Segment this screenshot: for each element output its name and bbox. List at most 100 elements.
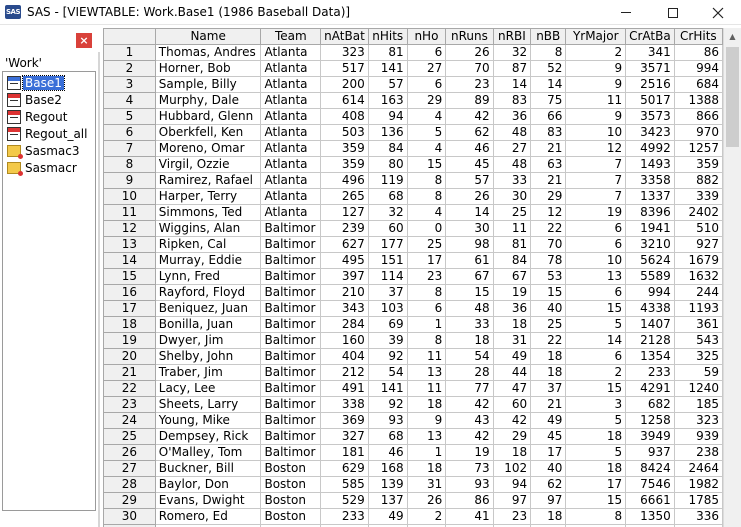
data-cell[interactable]: 17 (406, 252, 447, 269)
row-number-cell[interactable]: 22 (103, 380, 156, 397)
data-cell[interactable]: 359 (320, 140, 369, 157)
data-cell[interactable]: 114 (367, 268, 408, 285)
row-number-cell[interactable]: 15 (103, 268, 156, 285)
data-cell[interactable]: 45 (530, 428, 567, 445)
data-cell[interactable]: Evans, Dwight (154, 492, 262, 509)
data-cell[interactable]: 93 (445, 476, 494, 493)
data-cell[interactable]: 7 (565, 188, 627, 205)
data-cell[interactable]: 503 (320, 124, 369, 141)
row-number-cell[interactable]: 29 (103, 492, 156, 509)
column-header-nhits[interactable]: nHits (367, 28, 408, 45)
row-number-cell[interactable]: 30 (103, 508, 156, 525)
data-cell[interactable]: 15 (565, 492, 627, 509)
data-cell[interactable]: 529 (320, 492, 369, 509)
data-cell[interactable]: Baltimor (260, 252, 322, 269)
table-row[interactable]: 20 Shelby, John Baltimor 404 92 11 54 49 18 6 1354… (103, 348, 723, 365)
data-cell[interactable]: 19 (445, 444, 494, 461)
data-cell[interactable]: 23 (492, 508, 532, 525)
data-cell[interactable]: Boston (260, 460, 322, 477)
data-cell[interactable]: 39 (367, 332, 408, 349)
scroll-up-arrow-icon[interactable]: ▲ (724, 28, 741, 45)
data-cell[interactable]: 12 (530, 204, 567, 221)
data-cell[interactable]: Baltimor (260, 236, 322, 253)
data-cell[interactable]: Traber, Jim (154, 364, 262, 381)
data-cell[interactable]: 68 (367, 188, 408, 205)
data-cell[interactable]: 3949 (625, 428, 675, 445)
data-cell[interactable]: 70 (445, 60, 494, 77)
data-cell[interactable]: 627 (320, 236, 369, 253)
data-cell[interactable]: 46 (445, 140, 494, 157)
data-cell[interactable]: 33 (445, 316, 494, 333)
data-cell[interactable]: 42 (445, 108, 494, 125)
data-cell[interactable]: 103 (367, 300, 408, 317)
data-cell[interactable]: 139 (367, 476, 408, 493)
table-row[interactable]: 24 Young, Mike Baltimor 369 93 9 43 42 49 5 1258 32… (103, 412, 723, 429)
row-number-cell[interactable]: 9 (103, 172, 156, 189)
data-cell[interactable]: 83 (530, 124, 567, 141)
data-cell[interactable]: Baltimor (260, 412, 322, 429)
data-cell[interactable]: 1193 (673, 300, 723, 317)
data-cell[interactable]: 4992 (625, 140, 675, 157)
data-cell[interactable]: 1240 (673, 380, 723, 397)
table-row[interactable]: 8 Virgil, Ozzie Atlanta 359 80 15 45 48 63 7 1493 3… (103, 156, 723, 173)
data-cell[interactable]: 54 (367, 364, 408, 381)
data-cell[interactable]: 18 (530, 364, 567, 381)
data-cell[interactable]: Thomas, Andres (154, 44, 262, 61)
data-cell[interactable]: 397 (320, 268, 369, 285)
data-cell[interactable]: 92 (367, 396, 408, 413)
table-row[interactable]: 28 Baylor, Don Boston 585 139 31 93 94 62 17 7546 1… (103, 476, 723, 493)
data-cell[interactable]: 23 (406, 268, 447, 285)
data-cell[interactable]: 18 (565, 460, 627, 477)
data-cell[interactable]: 8 (406, 172, 447, 189)
data-cell[interactable]: 517 (320, 60, 369, 77)
row-number-cell[interactable]: 25 (103, 428, 156, 445)
tree-item-regout-all[interactable]: Regout_all (7, 125, 89, 142)
data-cell[interactable]: 6 (565, 348, 627, 365)
data-cell[interactable]: 33 (492, 172, 532, 189)
data-cell[interactable]: Murphy, Dale (154, 92, 262, 109)
row-number-cell[interactable]: 16 (103, 284, 156, 301)
table-row[interactable]: 19 Dwyer, Jim Baltimor 160 39 8 18 31 22 14 2128 54… (103, 332, 723, 349)
data-cell[interactable]: Atlanta (260, 124, 322, 141)
data-cell[interactable]: 11 (492, 220, 532, 237)
data-cell[interactable]: 8 (406, 284, 447, 301)
data-cell[interactable]: 32 (367, 204, 408, 221)
table-row[interactable]: 25 Dempsey, Rick Baltimor 327 68 13 42 29 45 18 39… (103, 428, 723, 445)
data-cell[interactable]: 1941 (625, 220, 675, 237)
data-cell[interactable]: 1407 (625, 316, 675, 333)
data-cell[interactable]: 265 (320, 188, 369, 205)
close-button[interactable] (695, 0, 741, 25)
row-number-cell[interactable]: 6 (103, 124, 156, 141)
data-cell[interactable]: Wiggins, Alan (154, 220, 262, 237)
data-cell[interactable]: 168 (367, 460, 408, 477)
data-cell[interactable]: 3210 (625, 236, 675, 253)
data-cell[interactable]: 57 (367, 76, 408, 93)
row-number-cell[interactable]: 5 (103, 108, 156, 125)
data-cell[interactable]: Oberkfell, Ken (154, 124, 262, 141)
data-cell[interactable]: Baltimor (260, 316, 322, 333)
data-cell[interactable]: 37 (367, 284, 408, 301)
data-cell[interactable]: 22 (530, 332, 567, 349)
data-cell[interactable]: 684 (673, 76, 723, 93)
data-cell[interactable]: 8396 (625, 204, 675, 221)
data-cell[interactable]: 6 (406, 300, 447, 317)
data-cell[interactable]: 11 (406, 348, 447, 365)
data-cell[interactable]: 1632 (673, 268, 723, 285)
column-header-name[interactable]: Name (154, 28, 262, 45)
data-cell[interactable]: 5 (565, 316, 627, 333)
data-cell[interactable]: 233 (625, 364, 675, 381)
data-cell[interactable]: 15 (565, 380, 627, 397)
data-cell[interactable]: 59 (673, 364, 723, 381)
data-cell[interactable]: 45 (445, 156, 494, 173)
data-cell[interactable]: 94 (367, 108, 408, 125)
data-cell[interactable]: 339 (673, 188, 723, 205)
data-cell[interactable]: 21 (530, 396, 567, 413)
data-cell[interactable]: 86 (673, 44, 723, 61)
data-cell[interactable]: 2 (565, 44, 627, 61)
data-cell[interactable]: 510 (673, 220, 723, 237)
row-number-cell[interactable]: 1 (103, 44, 156, 61)
data-cell[interactable]: 97 (492, 492, 532, 509)
data-cell[interactable]: 83 (492, 92, 532, 109)
data-cell[interactable]: 43 (445, 412, 494, 429)
data-cell[interactable]: 343 (320, 300, 369, 317)
